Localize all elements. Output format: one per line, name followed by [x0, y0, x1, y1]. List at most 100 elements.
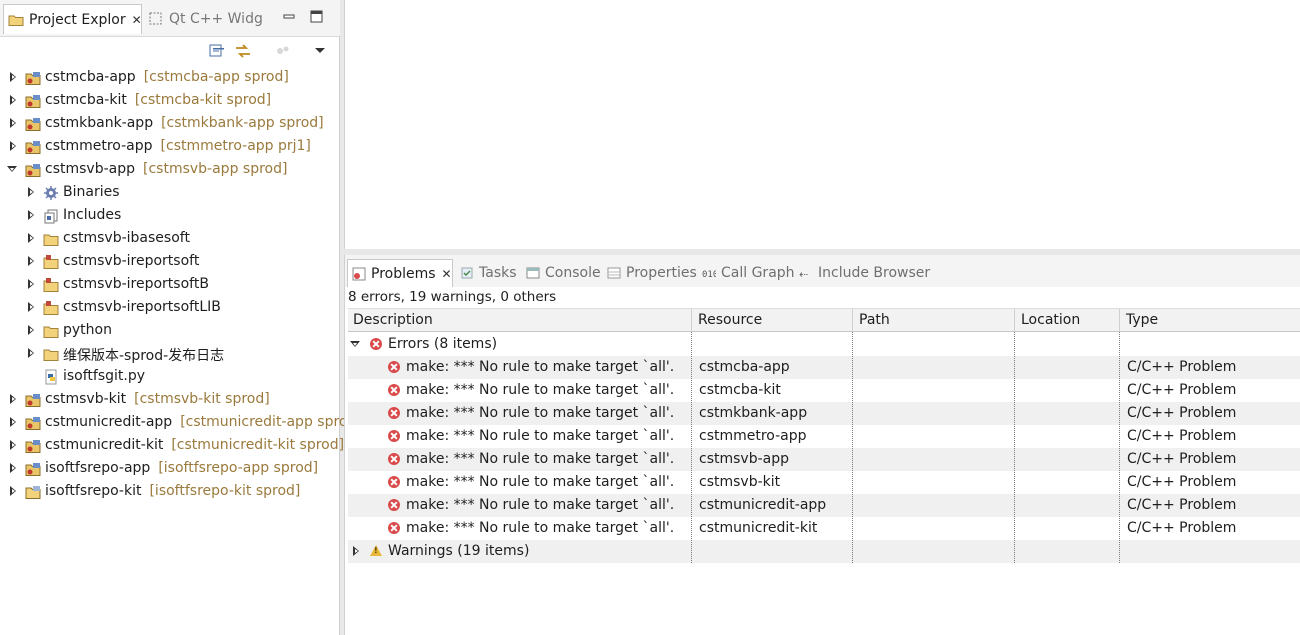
source-folder-icon: [43, 254, 59, 270]
column-header-path[interactable]: Path: [859, 312, 890, 328]
expand-arrow-icon[interactable]: [26, 187, 36, 197]
cell-resource: cstmcba-app: [699, 359, 790, 375]
expand-arrow-icon[interactable]: [351, 546, 361, 556]
error-icon: [370, 338, 382, 350]
expand-arrow-icon[interactable]: [26, 233, 36, 243]
project-icon: [25, 70, 41, 86]
tab-call-graph[interactable]: 010 Call Graph: [702, 259, 795, 287]
table-row[interactable]: make: *** No rule to make target `all'. …: [348, 448, 1300, 471]
tree-item-cstmcba-app[interactable]: cstmcba-app [cstmcba-app sprod]: [0, 66, 340, 89]
tree-item-cstmcba-kit[interactable]: cstmcba-kit [cstmcba-kit sprod]: [0, 89, 340, 112]
tree-item-cstmsvb-ireportsoftlib[interactable]: cstmsvb-ireportsoftLIB: [0, 296, 340, 319]
tree-item-cstmsvb-app[interactable]: cstmsvb-app [cstmsvb-app sprod]: [0, 158, 340, 181]
expand-arrow-icon[interactable]: [26, 348, 36, 358]
table-row[interactable]: make: *** No rule to make target `all'. …: [348, 517, 1300, 540]
close-icon[interactable]: ✕: [132, 13, 142, 27]
warnings-group-row[interactable]: Warnings (19 items): [348, 540, 1300, 563]
column-header-location[interactable]: Location: [1021, 312, 1080, 328]
expand-arrow-icon[interactable]: [8, 486, 18, 496]
tree-item-cstmsvb-ibasesoft[interactable]: cstmsvb-ibasesoft: [0, 227, 340, 250]
expand-arrow-icon[interactable]: [8, 463, 18, 473]
cell-description: make: *** No rule to make target `all'.: [406, 405, 675, 421]
expand-arrow-icon[interactable]: [8, 394, 18, 404]
expand-arrow-icon[interactable]: [8, 95, 18, 105]
expand-arrow-icon[interactable]: [26, 256, 36, 266]
expand-arrow-icon[interactable]: [8, 72, 18, 82]
expand-arrow-icon[interactable]: [8, 417, 18, 427]
link-with-editor-icon[interactable]: [234, 43, 252, 59]
table-row[interactable]: make: *** No rule to make target `all'. …: [348, 425, 1300, 448]
view-menu-icon[interactable]: [312, 43, 330, 59]
expand-arrow-icon[interactable]: [8, 440, 18, 450]
scm-annotation: [cstmmetro-app prj1]: [160, 138, 311, 154]
tree-item-cstmunicredit-kit[interactable]: cstmunicredit-kit [cstmunicredit-kit spro…: [0, 434, 344, 457]
tab-problems[interactable]: Problems ✕: [347, 259, 453, 287]
bottom-tabbar: Problems ✕ Tasks Console Properties 010 …: [345, 255, 1300, 287]
expand-arrow-icon[interactable]: [26, 325, 36, 335]
tab-include-browser[interactable]: ⇠ Include Browser: [799, 259, 930, 287]
expand-arrow-icon[interactable]: [8, 141, 18, 151]
expand-arrow-icon[interactable]: [26, 279, 36, 289]
problems-panel: Problems ✕ Tasks Console Properties 010 …: [344, 255, 1300, 635]
cell-description: make: *** No rule to make target `all'.: [406, 359, 675, 375]
tree-item-label: cstmunicredit-app: [45, 414, 173, 430]
collapse-arrow-icon[interactable]: [7, 164, 17, 174]
tree-item-cstmsvb-kit[interactable]: cstmsvb-kit [cstmsvb-kit sprod]: [0, 388, 340, 411]
table-row[interactable]: make: *** No rule to make target `all'. …: [348, 356, 1300, 379]
errors-group-row[interactable]: Errors (8 items): [348, 333, 1300, 356]
table-row[interactable]: make: *** No rule to make target `all'. …: [348, 379, 1300, 402]
tree-item-cstmunicredit-app[interactable]: cstmunicredit-app [cstmunicredit-app spro…: [0, 411, 362, 434]
tree-item-release-log[interactable]: 维保版本-sprod-发布日志: [0, 342, 340, 365]
column-divider[interactable]: [1014, 309, 1015, 333]
python-file-icon: [43, 369, 59, 385]
close-icon[interactable]: ✕: [442, 267, 452, 281]
column-divider[interactable]: [1119, 309, 1120, 333]
include-browser-icon: ⇠: [799, 266, 813, 281]
tab-console-label: Console: [545, 265, 601, 281]
column-header-resource[interactable]: Resource: [698, 312, 762, 328]
tree-item-isoftfsrepo-app[interactable]: isoftfsrepo-app [isoftfsrepo-app sprod]: [0, 457, 340, 480]
tree-item-isoftfsgit-py[interactable]: isoftfsgit.py: [0, 365, 340, 388]
folder-icon: [43, 231, 59, 247]
cell-description: make: *** No rule to make target `all'.: [406, 451, 675, 467]
tab-qt-widget[interactable]: Qt C++ Widg: [146, 4, 263, 34]
tree-item-cstmkbank-app[interactable]: cstmkbank-app [cstmkbank-app sprod]: [0, 112, 340, 135]
cell-resource: cstmunicredit-kit: [699, 520, 818, 536]
tab-console[interactable]: Console: [526, 259, 601, 287]
column-header-type[interactable]: Type: [1126, 312, 1158, 328]
expand-arrow-icon[interactable]: [8, 118, 18, 128]
qt-widget-icon: [148, 11, 164, 27]
scm-annotation: [isoftfsrepo-app sprod]: [158, 460, 319, 476]
folder-icon: [43, 323, 59, 339]
tab-problems-label: Problems: [371, 265, 436, 282]
table-row[interactable]: make: *** No rule to make target `all'. …: [348, 471, 1300, 494]
filter-icon[interactable]: [274, 43, 292, 59]
tree-item-cstmmetro-app[interactable]: cstmmetro-app [cstmmetro-app prj1]: [0, 135, 340, 158]
scm-annotation: [cstmkbank-app sprod]: [161, 115, 324, 131]
collapse-all-icon[interactable]: [208, 43, 226, 59]
editor-area[interactable]: [344, 0, 1300, 249]
table-row[interactable]: make: *** No rule to make target `all'. …: [348, 494, 1300, 517]
svg-text:⇠: ⇠: [799, 268, 808, 280]
column-divider[interactable]: [852, 309, 853, 333]
tab-properties[interactable]: Properties: [607, 259, 697, 287]
minimize-icon[interactable]: [283, 10, 297, 24]
tree-item-python[interactable]: python: [0, 319, 340, 342]
tab-tasks[interactable]: Tasks: [460, 259, 517, 287]
project-icon: [25, 162, 41, 178]
tree-item-isoftfsrepo-kit[interactable]: isoftfsrepo-kit [isoftfsrepo-kit sprod]: [0, 480, 340, 503]
scm-annotation: [cstmunicredit-app sprod]: [180, 414, 362, 430]
tree-item-binaries[interactable]: Binaries: [0, 181, 340, 204]
collapse-arrow-icon[interactable]: [350, 339, 360, 349]
tab-project-explorer[interactable]: Project Explor ✕: [3, 4, 142, 34]
column-divider[interactable]: [691, 309, 692, 333]
expand-arrow-icon[interactable]: [26, 302, 36, 312]
maximize-icon[interactable]: [310, 10, 324, 24]
tree-item-cstmsvb-ireportsoftb[interactable]: cstmsvb-ireportsoftB: [0, 273, 340, 296]
tree-item-includes[interactable]: Includes: [0, 204, 340, 227]
tree-item-cstmsvb-ireportsoft[interactable]: cstmsvb-ireportsoft: [0, 250, 340, 273]
table-row[interactable]: make: *** No rule to make target `all'. …: [348, 402, 1300, 425]
error-icon: [388, 384, 400, 396]
column-header-description[interactable]: Description: [353, 312, 433, 328]
expand-arrow-icon[interactable]: [26, 210, 36, 220]
